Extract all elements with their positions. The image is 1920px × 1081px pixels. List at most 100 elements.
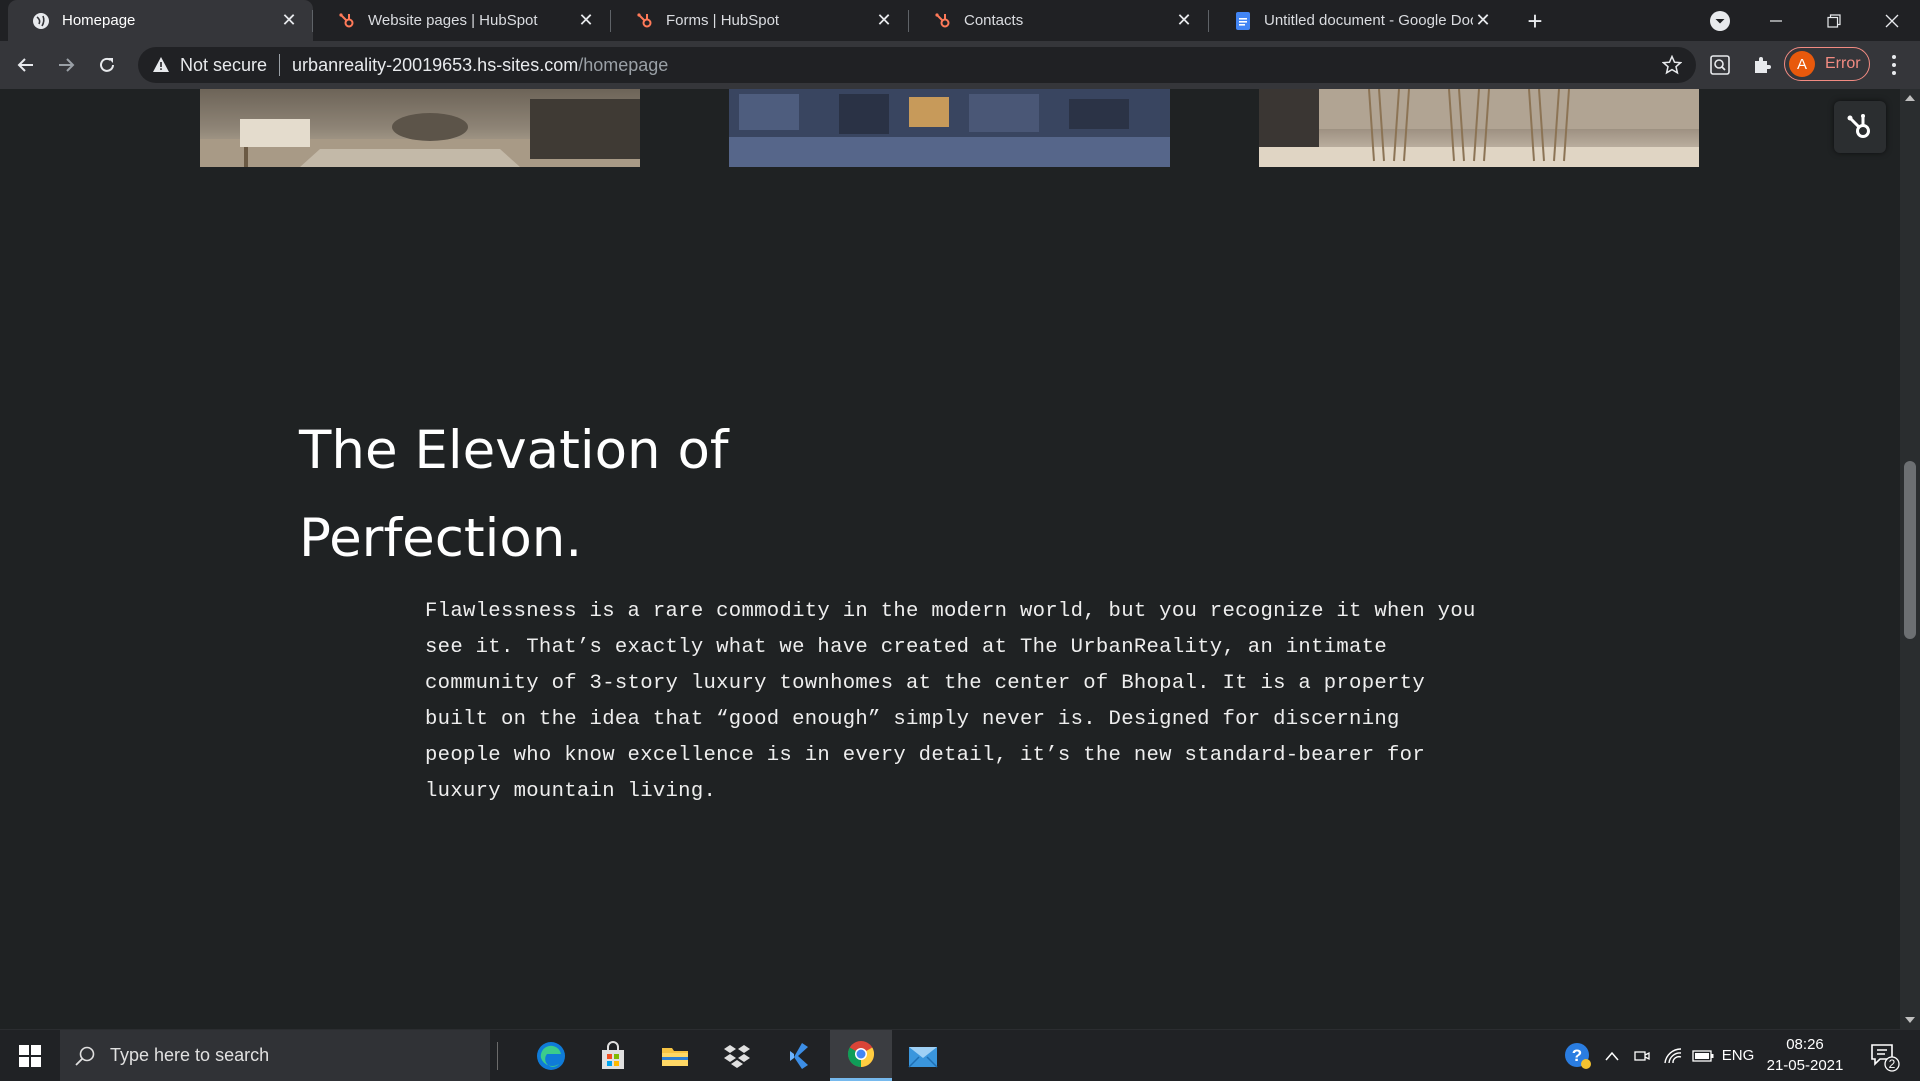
help-tray-icon[interactable]: ?	[1560, 1030, 1596, 1081]
windows-taskbar: Type here to search ? ENG 08:26 21-05-20…	[0, 1029, 1920, 1081]
battery-icon[interactable]	[1690, 1030, 1716, 1081]
intro-paragraph: Flawlessness is a rare commodity in the …	[425, 600, 1476, 803]
taskbar-divider	[497, 1042, 498, 1070]
tab-google-docs[interactable]: Untitled document - Google Docs ✕	[1210, 0, 1507, 41]
windows-start-button[interactable]	[0, 1030, 60, 1081]
taskbar-dropbox[interactable]	[706, 1030, 768, 1081]
close-icon[interactable]: ✕	[1473, 10, 1493, 31]
hubspot-icon	[636, 12, 654, 30]
wifi-icon[interactable]	[1660, 1030, 1686, 1081]
interior-living-room-photo	[200, 89, 640, 167]
dot	[1892, 71, 1896, 75]
clock-date: 21-05-2021	[1766, 1057, 1844, 1074]
store-icon	[602, 1040, 624, 1069]
page-scrollbar[interactable]	[1900, 89, 1920, 1029]
edge-icon	[537, 1041, 565, 1070]
browser-tab-strip: Homepage ✕ Website pages | HubSpot ✕ For…	[0, 0, 1920, 41]
scrollbar-thumb[interactable]	[1904, 461, 1916, 639]
chrome-icon	[847, 1041, 875, 1068]
browser-menu-button[interactable]	[1882, 53, 1906, 77]
hubspot-icon	[934, 12, 952, 30]
hubspot-sprocket-icon	[1847, 114, 1870, 138]
forward-button[interactable]	[50, 49, 82, 81]
mail-icon	[908, 1046, 938, 1068]
address-divider	[279, 54, 281, 76]
close-icon[interactable]: ✕	[874, 10, 894, 31]
back-button[interactable]	[10, 49, 42, 81]
profile-error-button[interactable]: A Error	[1784, 47, 1870, 81]
zoom-lens-icon[interactable]	[1708, 53, 1732, 77]
hubspot-icon	[338, 12, 356, 30]
warning-icon	[153, 57, 169, 72]
extensions-puzzle-icon[interactable]	[1750, 53, 1774, 77]
reload-button[interactable]	[91, 49, 123, 81]
language-indicator[interactable]: ENG	[1720, 1030, 1756, 1081]
tab-title: Homepage	[62, 12, 136, 29]
tab-homepage[interactable]: Homepage ✕	[8, 0, 313, 41]
url-path: /homepage	[578, 54, 669, 75]
arrow-left-icon	[17, 58, 33, 72]
scroll-up-arrow[interactable]	[1905, 95, 1915, 101]
file-explorer-icon	[662, 1047, 688, 1066]
tab-website-pages[interactable]: Website pages | HubSpot ✕	[314, 0, 610, 41]
kitchen-bar-stools-photo	[1259, 89, 1699, 167]
close-icon[interactable]: ✕	[576, 10, 596, 31]
taskbar-edge[interactable]	[520, 1030, 582, 1081]
tab-title: Untitled document - Google Docs	[1264, 12, 1473, 29]
address-bar[interactable]: Not secure urbanreality-20019653.hs-site…	[138, 47, 1696, 83]
hubspot-sprocket-button[interactable]	[1834, 101, 1886, 153]
close-icon[interactable]: ✕	[279, 10, 299, 31]
meet-now-icon[interactable]	[1630, 1030, 1654, 1081]
page-headline: The Elevation of Perfection.	[299, 407, 899, 583]
minimize-button[interactable]	[1752, 0, 1800, 41]
restore-button[interactable]	[1810, 0, 1858, 41]
tab-divider	[908, 10, 909, 32]
tab-contacts[interactable]: Contacts ✕	[910, 0, 1208, 41]
new-tab-button[interactable]: +	[1520, 6, 1550, 36]
tab-search-icon[interactable]	[1709, 10, 1731, 32]
tab-title: Website pages | HubSpot	[368, 12, 538, 29]
reload-icon	[100, 57, 114, 72]
close-window-button[interactable]	[1868, 0, 1916, 41]
taskbar-clock[interactable]: 08:26 21-05-2021	[1760, 1034, 1850, 1076]
tab-title: Forms | HubSpot	[666, 12, 780, 29]
taskbar-search-box[interactable]: Type here to search	[60, 1030, 490, 1081]
dropbox-icon	[724, 1044, 750, 1068]
google-docs-icon	[1234, 11, 1252, 30]
taskbar-visual-studio[interactable]	[768, 1030, 830, 1081]
bookmark-star-icon[interactable]	[1662, 55, 1682, 75]
taskbar-file-explorer[interactable]	[644, 1030, 706, 1081]
tab-divider	[1208, 10, 1209, 32]
headline-line-2: Perfection.	[299, 508, 583, 569]
search-placeholder: Type here to search	[110, 1045, 270, 1065]
close-icon[interactable]: ✕	[1174, 10, 1194, 31]
arrow-right-icon	[59, 58, 75, 72]
tab-title: Contacts	[964, 12, 1024, 29]
headline-line-1: The Elevation of	[299, 420, 729, 481]
townhome-exterior-photo	[729, 89, 1170, 167]
action-center-button[interactable]: 2	[1868, 1040, 1900, 1072]
profile-status-label: Error	[1825, 55, 1861, 72]
dot	[1892, 63, 1896, 67]
search-icon	[75, 1046, 95, 1066]
security-label[interactable]: Not secure	[180, 55, 267, 76]
tab-forms[interactable]: Forms | HubSpot ✕	[612, 0, 908, 41]
tab-divider	[610, 10, 611, 32]
tab-divider	[312, 10, 313, 32]
visual-studio-icon	[790, 1042, 808, 1069]
svg-text:?: ?	[1572, 1046, 1582, 1065]
chevron-up-icon[interactable]	[1600, 1030, 1624, 1081]
clock-time: 08:26	[1786, 1036, 1824, 1053]
web-page-content: The Elevation of Perfection. Flawlessnes…	[0, 89, 1900, 1029]
url-host: urbanreality-20019653.hs-sites.com	[292, 54, 579, 75]
browser-toolbar: Not secure urbanreality-20019653.hs-site…	[0, 41, 1920, 89]
dot	[1892, 55, 1896, 59]
notification-count: 2	[1888, 1057, 1896, 1071]
windows-logo-icon	[19, 1044, 41, 1067]
taskbar-chrome[interactable]	[830, 1030, 892, 1081]
scroll-down-arrow[interactable]	[1905, 1017, 1915, 1023]
taskbar-store[interactable]	[582, 1030, 644, 1081]
globe-icon	[32, 12, 50, 30]
taskbar-mail[interactable]	[892, 1030, 954, 1081]
avatar: A	[1789, 51, 1815, 77]
